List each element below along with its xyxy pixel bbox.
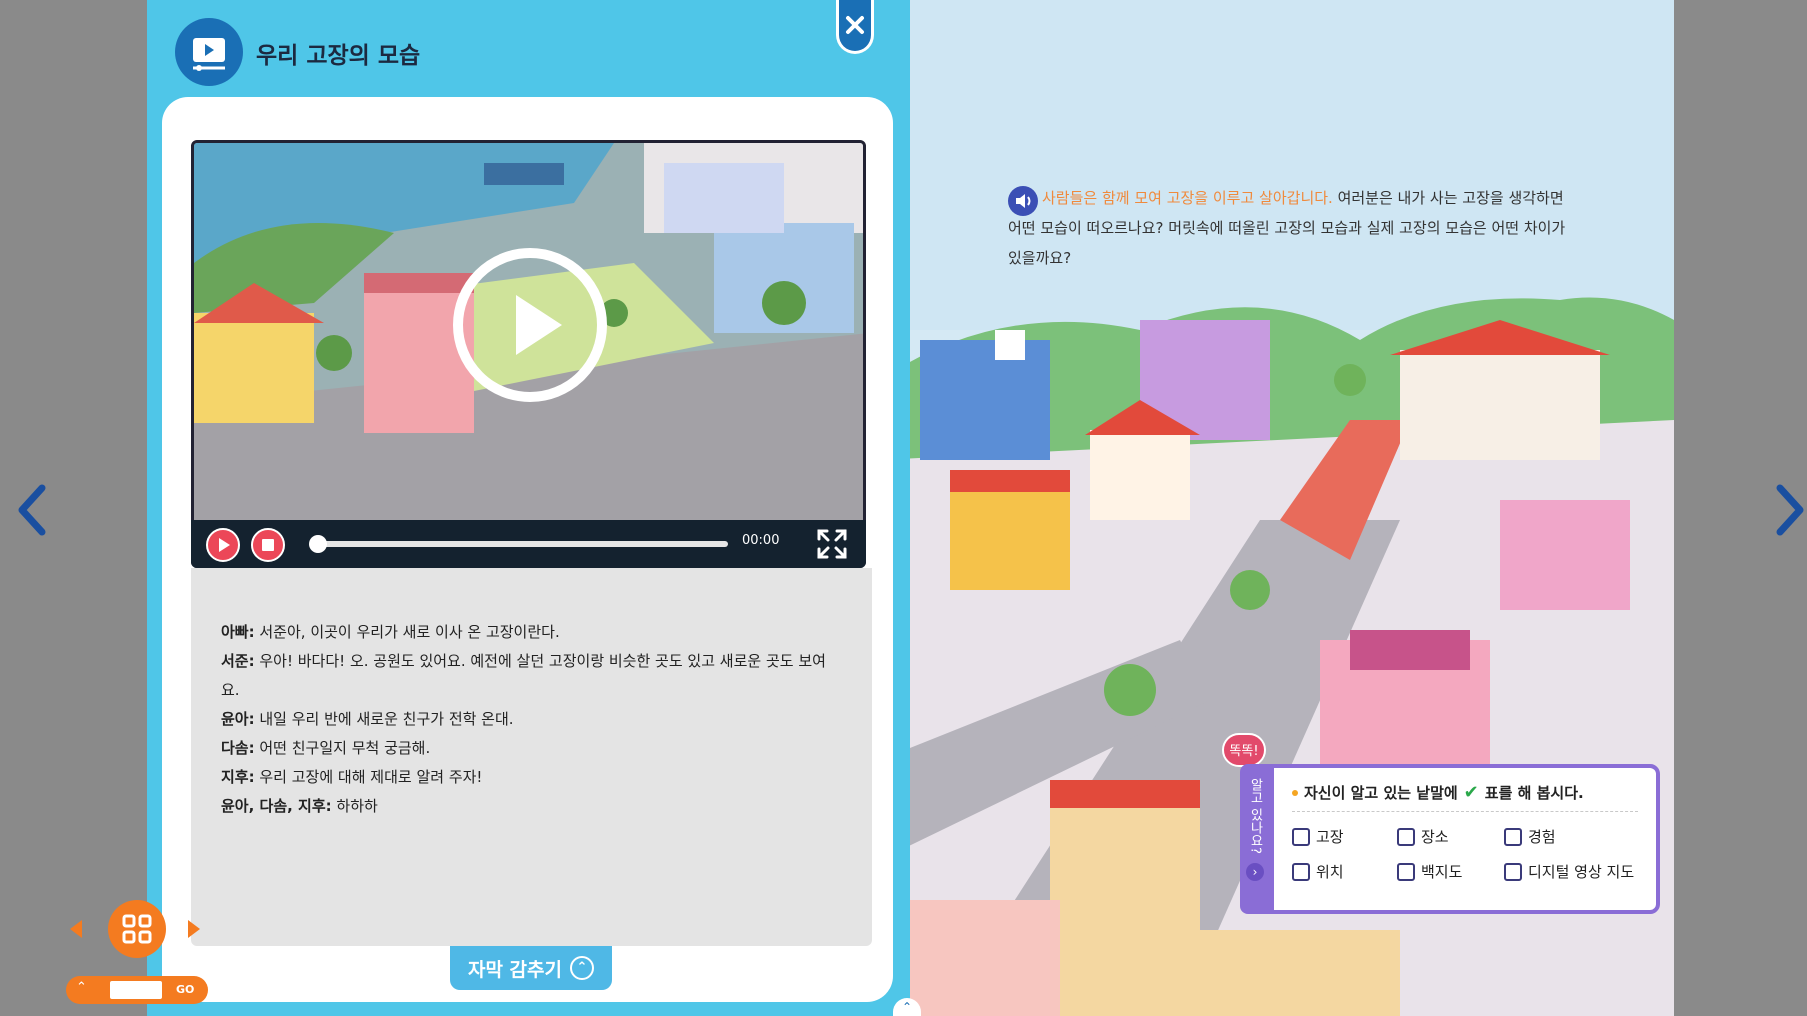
checkbox[interactable]: [1397, 862, 1415, 881]
stop-icon: [262, 539, 274, 551]
speaker-name: 윤아, 다솜, 지후:: [221, 797, 332, 815]
quiz-item-label: 위치: [1316, 863, 1344, 881]
chevron-up-icon: ⌃: [570, 956, 594, 980]
quiz-item-label: 장소: [1421, 828, 1449, 846]
quiz-item[interactable]: 경험: [1504, 826, 1654, 847]
quiz-title-a: 자신이 알고 있는 낱말에: [1304, 784, 1458, 802]
bullet-icon: [1292, 789, 1298, 796]
menu-button[interactable]: [108, 900, 166, 958]
next-spread-button[interactable]: [1770, 480, 1807, 540]
intro-highlight: 사람들은 함께 모여 고장을 이루고 살아갑니다.: [1042, 189, 1333, 207]
checkbox[interactable]: [1397, 827, 1415, 846]
subtitle-line: 서준: 우아! 바다다! 오. 공원도 있어요. 예전에 살던 고장이랑 비슷한…: [221, 647, 842, 705]
page-jump: ⌃ GO: [66, 976, 208, 1004]
speaker-name: 윤아:: [221, 710, 255, 728]
chevron-right-icon: [1776, 484, 1804, 536]
speaker-name: 지후:: [221, 768, 255, 786]
hide-subtitle-button[interactable]: 자막 감추기 ⌃: [450, 946, 612, 990]
subtitle-panel: 아빠: 서준아, 이곳이 우리가 새로 이사 온 고장이란다. 서준: 우아! …: [191, 568, 872, 946]
play-button[interactable]: [206, 528, 240, 562]
quiz-item-label: 경험: [1528, 828, 1556, 846]
subtitle-line: 지후: 우리 고장에 대해 제대로 알려 주자!: [221, 763, 842, 792]
grid-menu-icon: [122, 914, 152, 944]
progress-knob[interactable]: [309, 535, 327, 553]
subtitle-text: 내일 우리 반에 새로운 친구가 전학 온대.: [254, 710, 514, 728]
modal-title: 우리 고장의 모습: [256, 43, 421, 69]
quiz-item[interactable]: 위치: [1292, 861, 1397, 882]
prev-page-icon[interactable]: [68, 918, 84, 940]
video-player-icon: [175, 18, 243, 86]
checkbox[interactable]: [1292, 862, 1310, 881]
big-play-icon[interactable]: [446, 241, 614, 409]
chevron-right-icon: ›: [1246, 863, 1264, 882]
checkbox[interactable]: [1504, 862, 1522, 881]
speaker-name: 서준:: [221, 652, 255, 670]
progress-track[interactable]: [316, 541, 728, 547]
quiz-item[interactable]: 디지털 영상 지도: [1504, 861, 1654, 882]
prev-spread-button[interactable]: [12, 480, 52, 540]
quiz-title: 자신이 알고 있는 낱말에 ✔ 표를 해 봅시다.: [1292, 782, 1638, 812]
subtitle-text: 우리 고장에 대해 제대로 알려 주자!: [254, 768, 483, 786]
fullscreen-icon[interactable]: [816, 528, 848, 560]
subtitle-line: 윤아: 내일 우리 반에 새로운 친구가 전학 온대.: [221, 705, 842, 734]
hide-subtitle-label: 자막 감추기: [467, 958, 562, 981]
subtitle-text: 서준아, 이곳이 우리가 새로 이사 온 고장이란다.: [254, 623, 560, 641]
quiz-item-label: 백지도: [1421, 863, 1463, 881]
quiz-item[interactable]: 고장: [1292, 826, 1397, 847]
quiz-item-label: 고장: [1316, 828, 1344, 846]
quiz-side-label: 알고 있나요?: [1247, 778, 1263, 855]
double-chevron-up-icon[interactable]: ⌃: [76, 980, 87, 995]
play-icon: [219, 538, 230, 552]
quiz-item[interactable]: 백지도: [1397, 861, 1504, 882]
quiz-side-tab[interactable]: 알고 있나요? ›: [1240, 764, 1270, 914]
subtitle-line: 아빠: 서준아, 이곳이 우리가 새로 이사 온 고장이란다.: [221, 618, 842, 647]
subtitle-line: 윤아, 다솜, 지후: 하하하: [221, 792, 842, 821]
page-number-input[interactable]: [110, 981, 162, 999]
go-button[interactable]: GO: [176, 983, 194, 996]
chevron-left-icon: [18, 484, 46, 536]
subtitle-text: 하하하: [331, 797, 378, 815]
subtitle-text: 우아! 바다다! 오. 공원도 있어요. 예전에 살던 고장이랑 비슷한 곳도 …: [221, 652, 826, 699]
stop-button[interactable]: [251, 528, 285, 562]
subtitle-line: 다솜: 어떤 친구일지 무척 궁금해.: [221, 734, 842, 763]
speaker-name: 아빠:: [221, 623, 255, 641]
speaker-name: 다솜:: [221, 739, 255, 757]
quiz-item[interactable]: 장소: [1397, 826, 1504, 847]
checkbox[interactable]: [1504, 827, 1522, 846]
checkmark-icon: ✔: [1463, 782, 1479, 803]
time-label: 00:00: [742, 533, 780, 548]
ttok-badge: 똑똑!: [1222, 733, 1266, 767]
subtitle-text: 어떤 친구일지 무척 궁금해.: [254, 739, 431, 757]
quiz-title-b: 표를 해 봅시다.: [1484, 784, 1584, 802]
checkbox[interactable]: [1292, 827, 1310, 846]
close-icon: [846, 16, 864, 34]
close-button[interactable]: [836, 0, 874, 54]
next-page-icon[interactable]: [186, 918, 202, 940]
quiz-box: 자신이 알고 있는 낱말에 ✔ 표를 해 봅시다. 고장 장소 경험 위치 백지…: [1270, 764, 1660, 914]
intro-text: 사람들은 함께 모여 고장을 이루고 살아갑니다. 여러분은 내가 사는 고장을…: [1008, 183, 1568, 273]
quiz-item-label: 디지털 영상 지도: [1528, 863, 1635, 881]
